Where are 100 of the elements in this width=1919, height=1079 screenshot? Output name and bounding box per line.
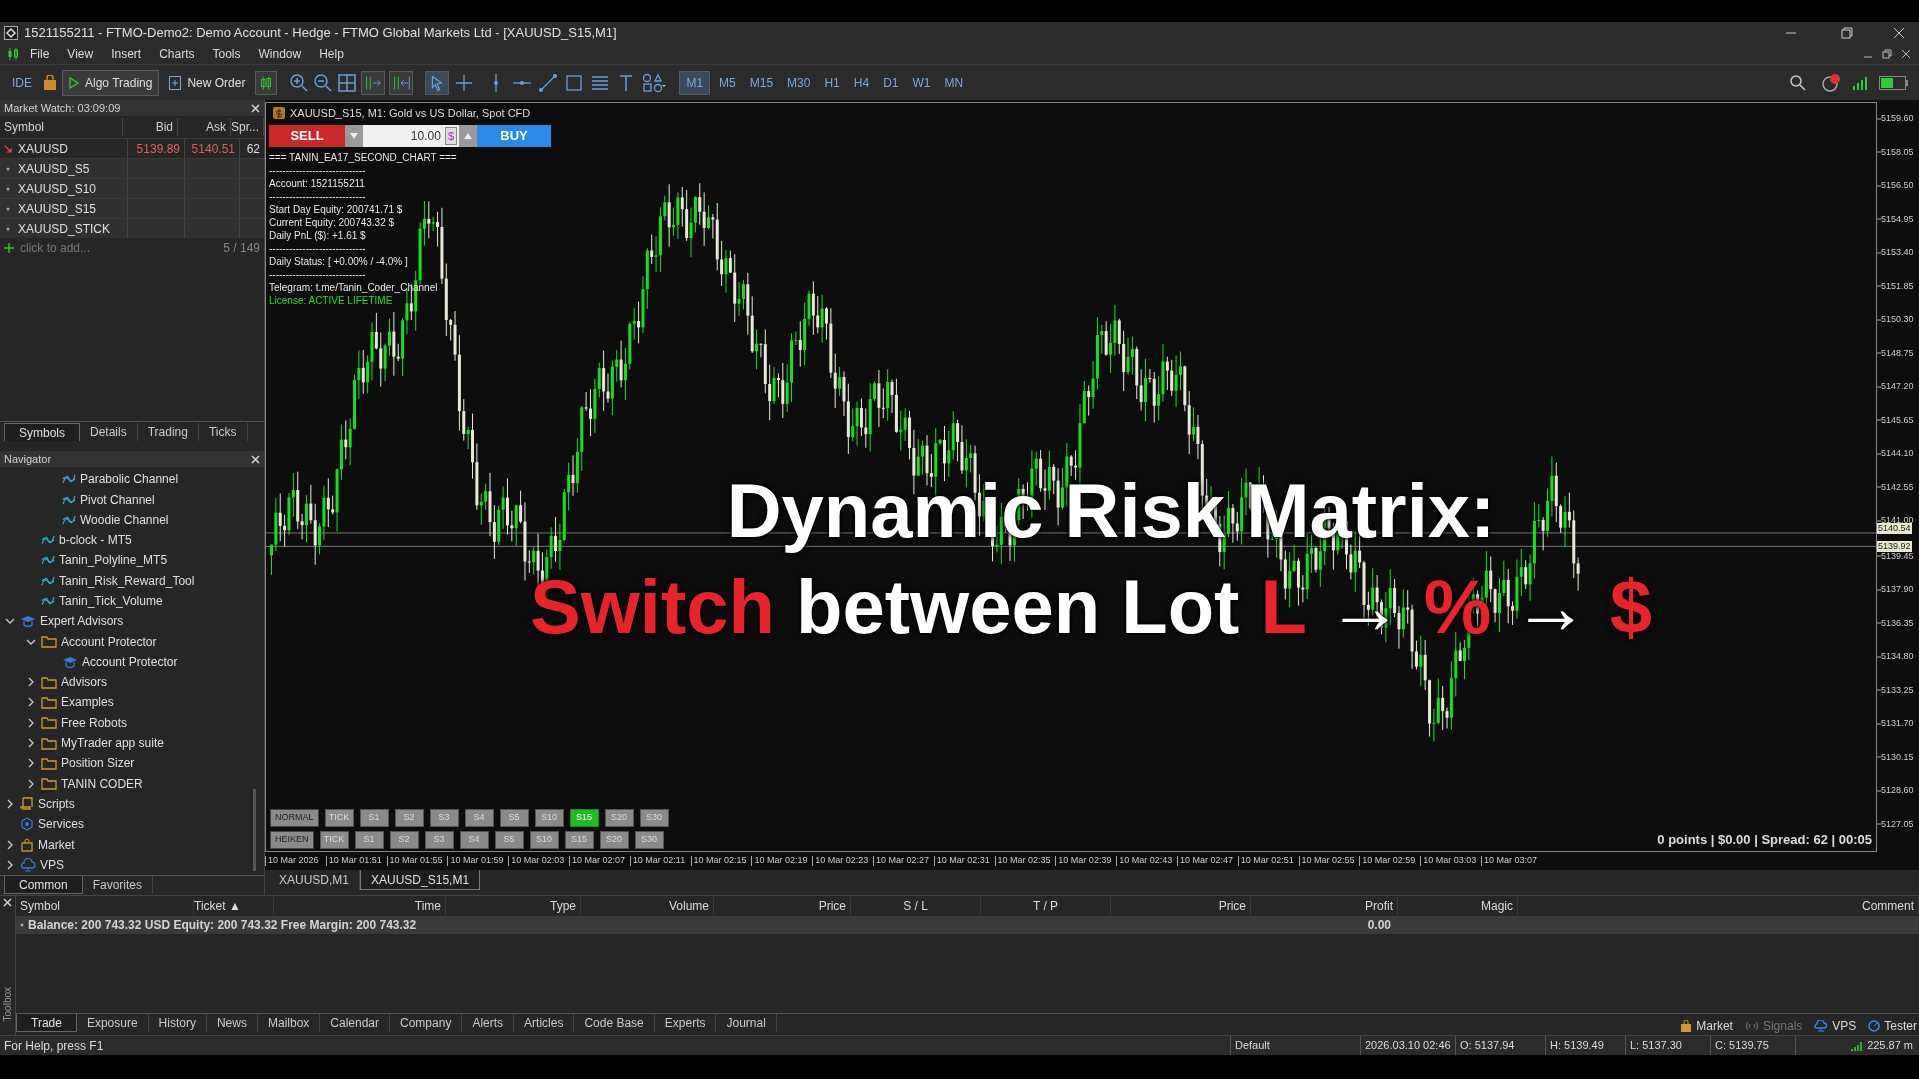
currency-toggle[interactable]: $ (444, 126, 457, 146)
menu-item[interactable]: Window (249, 45, 311, 63)
menu-item[interactable]: Charts (150, 45, 204, 63)
tree-item[interactable]: Parabolic Channel (80, 470, 179, 489)
column-header[interactable]: Bid (123, 118, 178, 136)
tree-item[interactable]: Scripts (38, 794, 75, 813)
column-header[interactable]: Price (1111, 897, 1251, 915)
tree-item[interactable]: VPS (40, 855, 64, 874)
shapes-icon[interactable] (641, 71, 668, 94)
scrollbar[interactable] (253, 789, 256, 871)
timeframe-button[interactable]: M1 (679, 70, 711, 95)
column-header[interactable]: Spr... (231, 118, 264, 136)
tab[interactable]: Trade (16, 1014, 77, 1032)
tree-item[interactable]: b-clock - MT5 (59, 531, 132, 550)
restore-icon[interactable] (1882, 49, 1892, 59)
tree-item[interactable]: TANIN CODER (61, 774, 143, 793)
close-icon[interactable] (251, 454, 260, 464)
chevron-right-icon[interactable] (28, 717, 34, 728)
tab[interactable]: Code Base (574, 1014, 655, 1032)
grid-icon[interactable] (337, 72, 358, 93)
column-header[interactable]: Symbol (16, 897, 194, 915)
volume-field[interactable]: 10.00 $ (363, 125, 459, 147)
toolbox-link[interactable]: Tester (1868, 1017, 1917, 1035)
buy-button[interactable]: BUY (477, 125, 551, 147)
zoom-out-icon[interactable] (313, 72, 334, 93)
chart-tab[interactable]: XAUUSD_S15,M1 (360, 870, 481, 890)
algo-trading-button[interactable]: Algo Trading (62, 69, 160, 96)
tree-item[interactable]: Woodie Channel (80, 510, 169, 529)
column-header[interactable]: Price (714, 897, 851, 915)
search-icon[interactable] (1789, 73, 1807, 92)
tab[interactable]: News (206, 1014, 258, 1032)
timeframe-button[interactable]: D1 (878, 70, 904, 95)
zoom-in-icon[interactable] (289, 72, 310, 93)
column-header[interactable]: Type (446, 897, 581, 915)
column-header[interactable]: Comment (1518, 897, 1919, 915)
menu-item[interactable]: View (58, 45, 103, 63)
tab[interactable]: Journal (716, 1014, 777, 1032)
chevron-right-icon[interactable] (7, 839, 13, 850)
new-order-button[interactable]: New Order (163, 69, 252, 96)
chart-mode-button[interactable]: NORMAL (270, 809, 319, 827)
plus-icon[interactable] (4, 243, 14, 253)
timeframe-button[interactable]: M15 (744, 70, 779, 95)
tab[interactable]: Details (80, 423, 138, 442)
tree-item[interactable]: Examples (61, 693, 114, 712)
chevron-right-icon[interactable] (7, 798, 13, 809)
column-header[interactable]: S / L (851, 897, 981, 915)
close-icon[interactable] (1893, 27, 1905, 39)
tree-item[interactable]: Account Protector (61, 632, 157, 651)
menu-item[interactable]: Help (310, 45, 353, 63)
column-header[interactable]: Volume (581, 897, 714, 915)
menu-item[interactable]: Insert (102, 45, 151, 63)
tree-item[interactable]: Market (38, 835, 75, 854)
column-header[interactable]: Ticket ▲ (194, 897, 274, 915)
chevron-down-icon[interactable] (5, 618, 15, 625)
ide-button[interactable]: IDE (6, 69, 38, 96)
chevron-right-icon[interactable] (28, 758, 34, 769)
tab[interactable]: Company (390, 1014, 463, 1032)
tab[interactable]: Symbols (4, 423, 80, 442)
chevron-right-icon[interactable] (7, 859, 13, 870)
tree-item[interactable]: Expert Advisors (40, 612, 124, 631)
timeframe-button[interactable]: M30 (782, 70, 816, 95)
column-header[interactable]: Time (274, 897, 446, 915)
tree-item[interactable]: Free Robots (61, 713, 128, 732)
chevron-right-icon[interactable] (28, 778, 34, 789)
tab[interactable]: Ticks (198, 423, 248, 442)
toolbox-link[interactable]: Market (1680, 1017, 1733, 1035)
tab[interactable]: Experts (654, 1014, 717, 1032)
notification-icon[interactable] (1821, 72, 1841, 93)
timeframe-button[interactable]: MN (939, 70, 969, 95)
tab[interactable]: Mailbox (257, 1014, 321, 1032)
tree-item[interactable]: Services (38, 815, 84, 834)
column-header[interactable]: T / P (981, 897, 1111, 915)
tab[interactable]: Articles (514, 1014, 575, 1032)
chevron-right-icon[interactable] (28, 677, 34, 688)
tab[interactable]: Trading (137, 423, 199, 442)
timeframe-button[interactable]: H4 (848, 70, 875, 95)
chart-mode-button[interactable]: HEIKEN (270, 831, 314, 849)
trend-line-icon[interactable] (537, 71, 560, 94)
column-header[interactable]: Profit (1251, 897, 1398, 915)
chevron-right-icon[interactable] (28, 697, 34, 708)
cursor-icon[interactable] (425, 70, 450, 95)
candlestick-icon[interactable] (255, 70, 278, 95)
timeframe-button[interactable]: W1 (907, 70, 936, 95)
column-header[interactable]: Magic (1398, 897, 1518, 915)
tree-item[interactable]: Account Protector (82, 652, 178, 671)
close-icon[interactable] (251, 103, 260, 113)
shopping-bag-icon[interactable] (42, 74, 58, 91)
autoscroll-icon[interactable] (389, 70, 414, 95)
column-header[interactable]: Ask (178, 118, 231, 136)
tree-item[interactable]: MyTrader app suite (61, 734, 164, 753)
tab[interactable]: Calendar (320, 1014, 391, 1032)
tree-item[interactable]: Tanin_Risk_Reward_Tool (59, 571, 195, 590)
tab[interactable]: Favorites (82, 876, 154, 894)
menu-item[interactable]: File (21, 45, 59, 63)
symbol-name[interactable]: XAUUSD (18, 139, 68, 158)
close-icon[interactable] (1901, 49, 1911, 59)
restore-icon[interactable] (1841, 27, 1853, 39)
sell-button[interactable]: SELL (269, 125, 345, 147)
column-header[interactable]: Symbol (0, 118, 124, 136)
tab[interactable]: Common (4, 876, 83, 894)
